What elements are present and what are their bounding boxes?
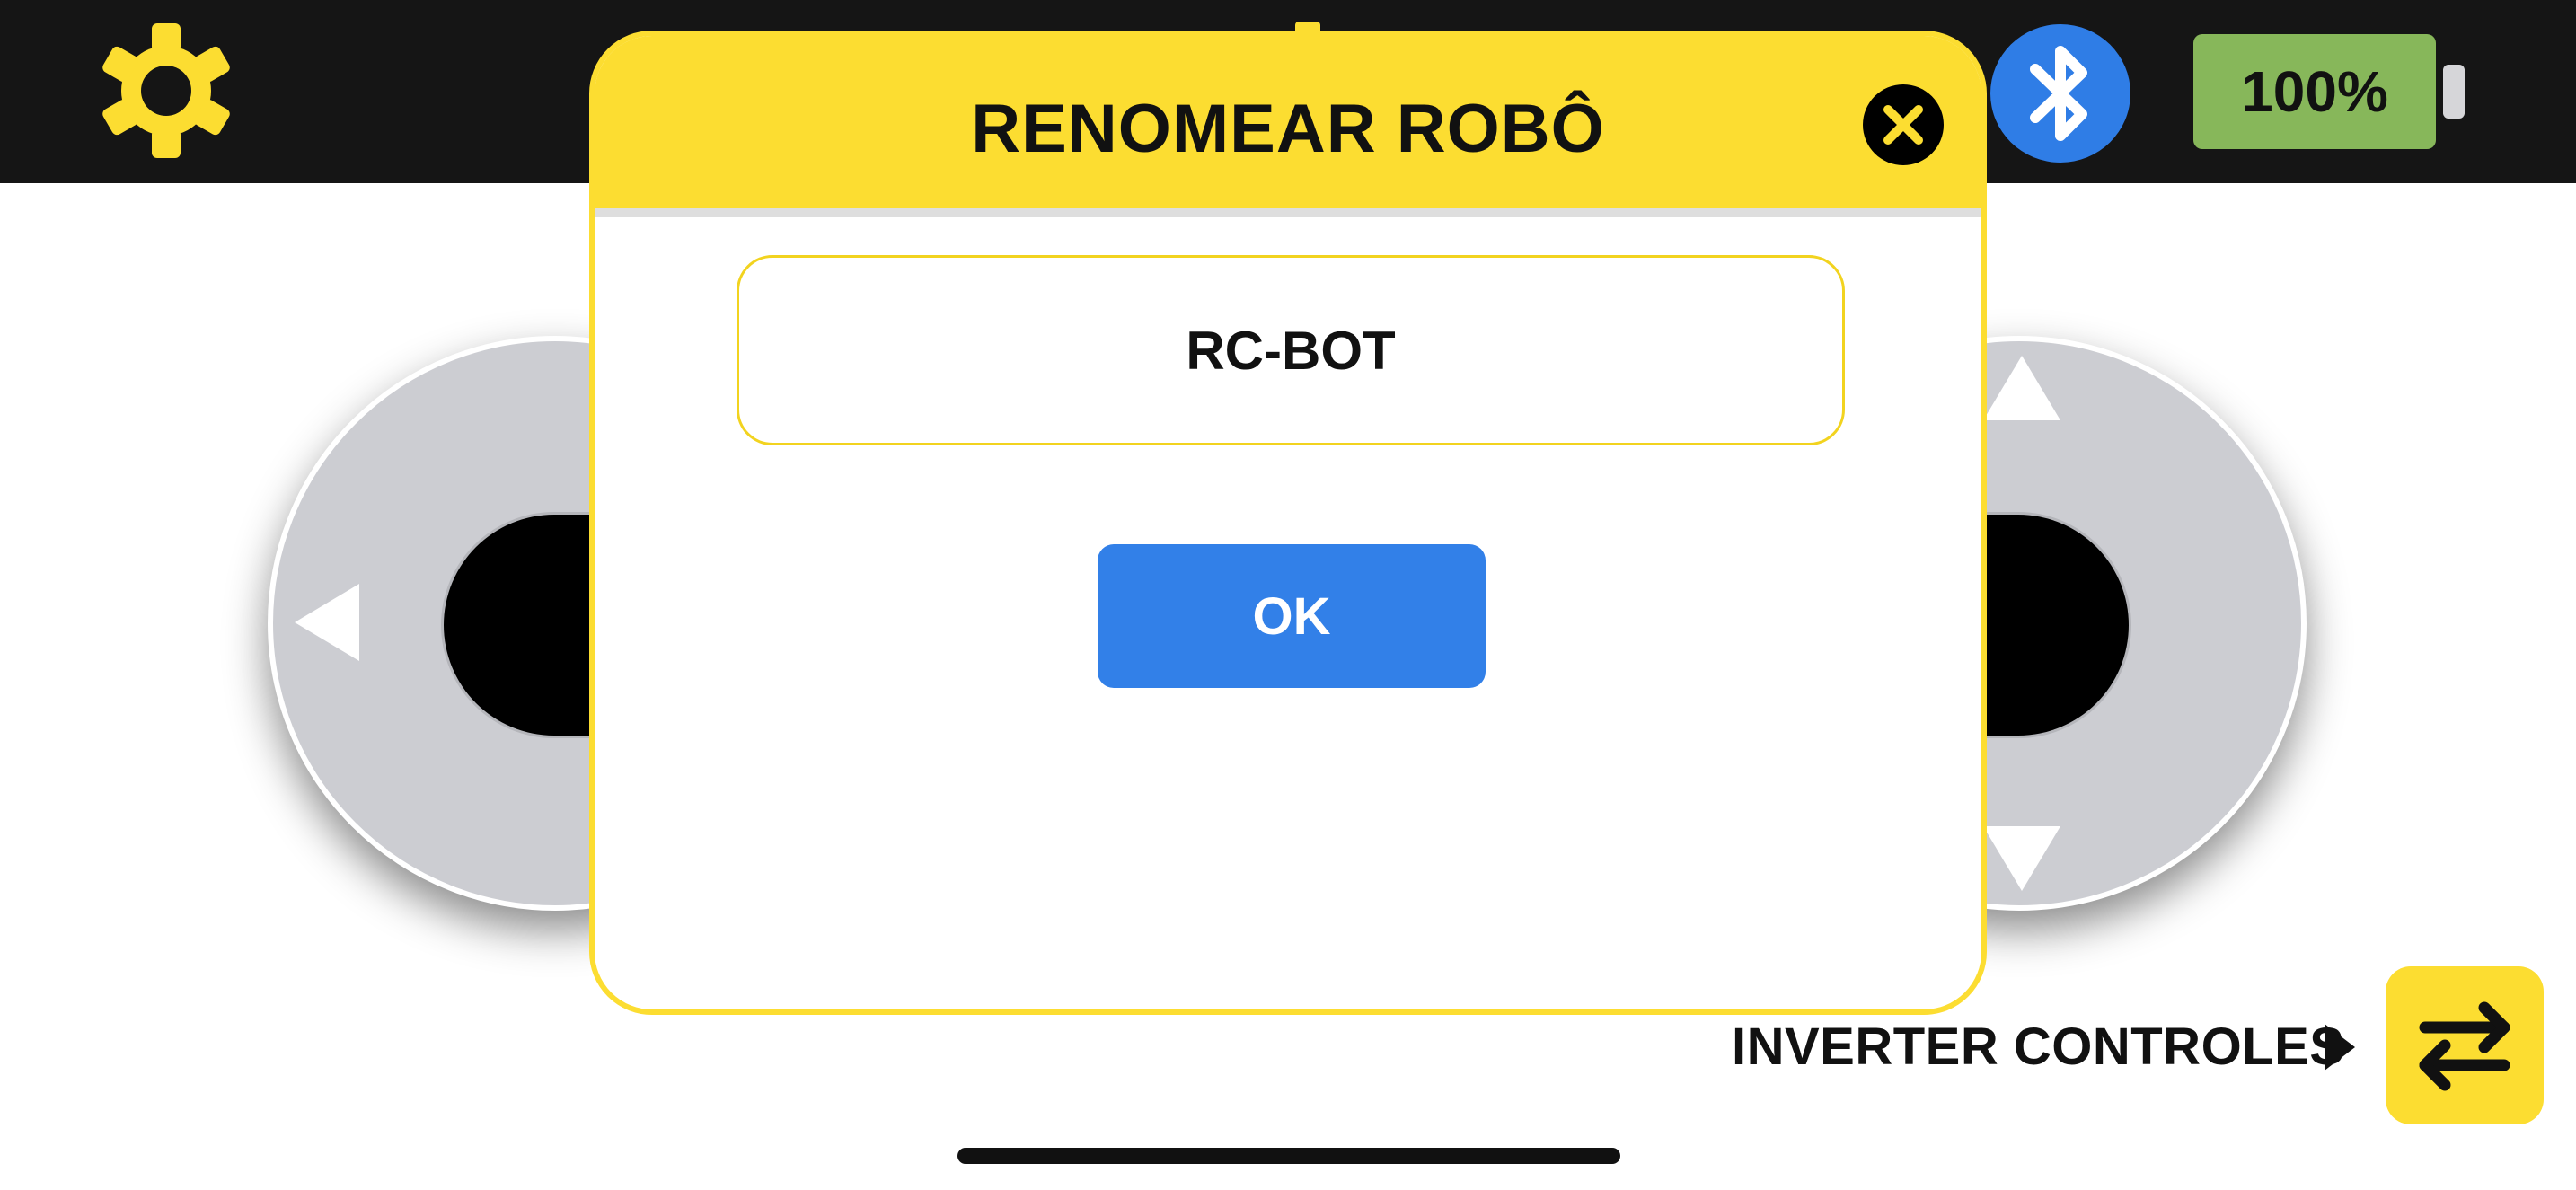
ok-button[interactable]: OK [1098, 544, 1486, 688]
swap-controls-button[interactable] [2386, 966, 2544, 1124]
battery-tip [2443, 65, 2465, 119]
bluetooth-button[interactable] [1990, 24, 2130, 163]
caret-right-icon [2325, 1024, 2355, 1071]
swap-controls-label[interactable]: INVERTER CONTROLES [1732, 1013, 2345, 1081]
rename-robot-dialog: RENOMEAR ROBÔ OK [589, 31, 1987, 1015]
robot-name-input[interactable] [737, 255, 1845, 445]
bluetooth-icon [2030, 46, 2087, 141]
settings-button[interactable] [99, 22, 234, 160]
triangle-left-icon[interactable] [295, 584, 359, 661]
triangle-up-icon[interactable] [1983, 356, 2060, 420]
swap-arrows-icon [2419, 1001, 2510, 1091]
dialog-title: RENOMEAR ROBÔ [971, 91, 1605, 167]
close-icon [1883, 105, 1923, 145]
close-button[interactable] [1863, 84, 1944, 165]
triangle-down-icon[interactable] [1983, 826, 2060, 891]
battery-indicator: 100% [2193, 34, 2436, 149]
home-indicator [957, 1148, 1620, 1164]
gear-icon [102, 23, 230, 158]
